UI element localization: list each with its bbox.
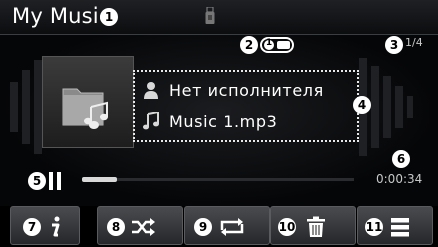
artist-row: Нет исполнителя (143, 77, 324, 103)
callout-9: 9 (194, 218, 212, 236)
shuffle-button[interactable]: 8 (97, 206, 183, 245)
info-icon (52, 216, 60, 237)
callout-7: 7 (23, 218, 41, 236)
music-player-screen: My Music 1 2 1 3 1/4 Нет исполнителя Mus… (0, 0, 438, 247)
repeat-icon (220, 218, 244, 236)
trash-icon (307, 216, 325, 237)
track-position: 1/4 (405, 36, 423, 49)
person-icon (144, 82, 158, 99)
callout-5: 5 (28, 172, 46, 190)
title-bar: My Music 1 (0, 0, 438, 35)
shuffle-icon (132, 218, 155, 236)
list-button[interactable]: 11 (357, 206, 433, 245)
list-icon (391, 218, 409, 237)
info-button[interactable]: 7 (10, 206, 80, 245)
callout-2: 2 (240, 36, 258, 54)
bottom-button-bar: 7 8 9 10 11 (0, 206, 438, 247)
callout-10: 10 (278, 218, 296, 236)
callout-1: 1 (100, 8, 118, 26)
repeat-one-badge: 1 (265, 38, 273, 48)
progress-bar[interactable] (82, 177, 354, 182)
elapsed-time: 0:00:34 (376, 172, 423, 186)
progress-fill (82, 177, 118, 182)
artist-name: Нет исполнителя (169, 80, 324, 100)
repeat-button[interactable]: 9 (184, 206, 270, 245)
callout-6: 6 (392, 150, 410, 168)
callout-8: 8 (107, 218, 125, 236)
callout-4: 4 (353, 96, 371, 114)
equalizer-left-decoration (10, 60, 42, 154)
title-row: Music 1.mp3 (143, 108, 277, 134)
song-title: Music 1.mp3 (169, 111, 278, 131)
pause-button[interactable] (47, 170, 71, 192)
page-title: My Music (12, 4, 111, 28)
callout-3: 3 (385, 36, 403, 54)
music-note-icon (143, 112, 159, 130)
usb-icon (205, 7, 215, 24)
folder-music-icon (62, 88, 108, 129)
delete-button[interactable]: 10 (270, 206, 356, 245)
callout-11: 11 (365, 218, 383, 236)
album-art (42, 56, 134, 148)
track-info-box: Нет исполнителя Music 1.mp3 (133, 70, 359, 142)
